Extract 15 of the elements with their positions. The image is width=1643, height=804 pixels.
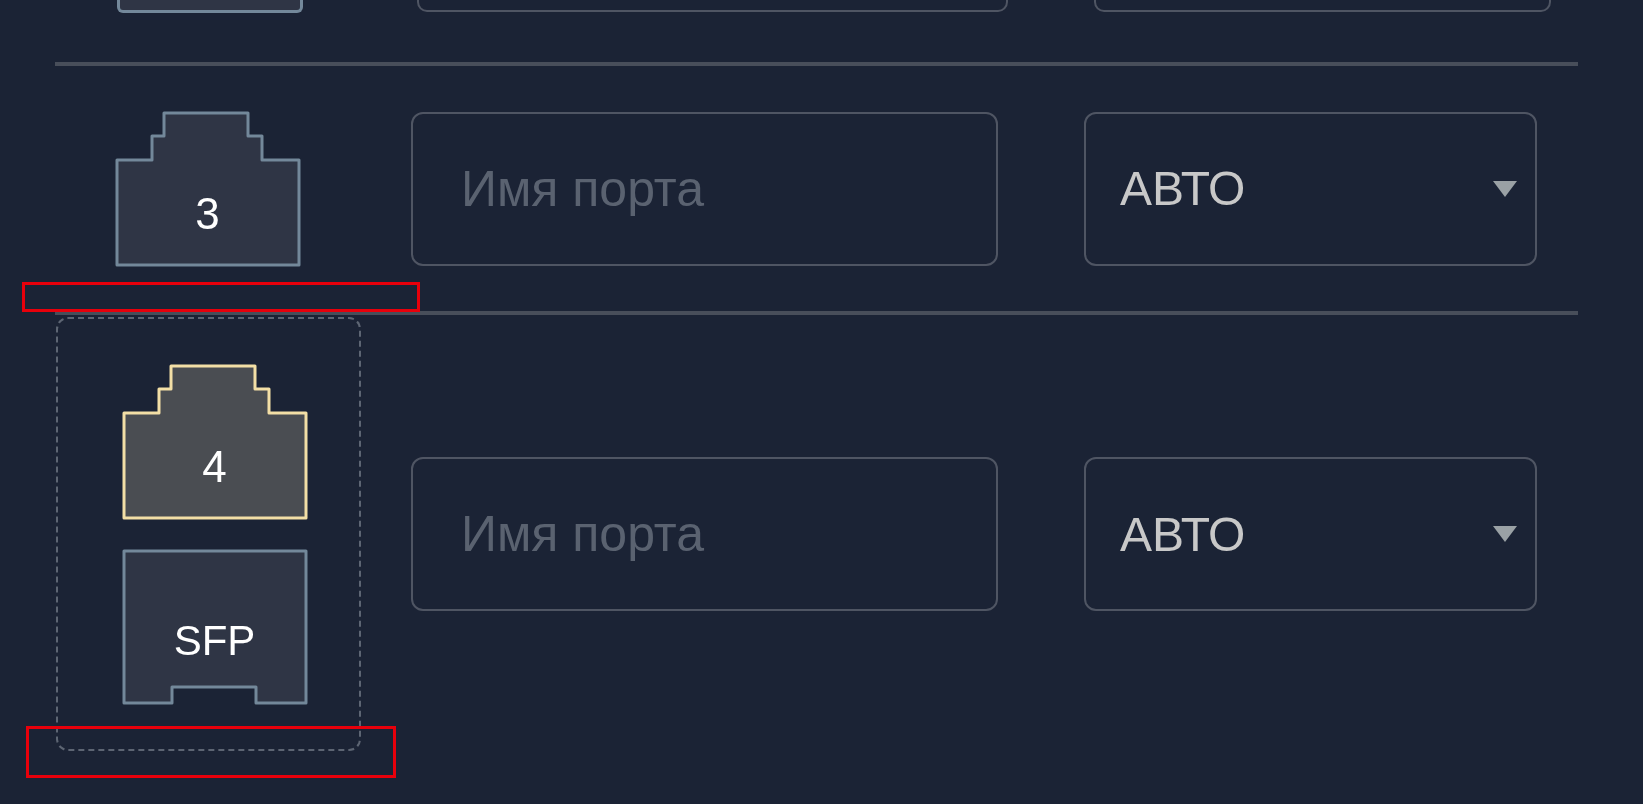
port-number: SFP — [172, 616, 257, 665]
port-number: 4 — [201, 441, 228, 492]
caret-icon — [1493, 526, 1517, 542]
speed-dropdown[interactable]: АВТО — [1084, 457, 1537, 611]
port-name-field[interactable]: Имя порта — [411, 457, 998, 611]
port-label[interactable]: 3 — [114, 110, 301, 267]
speed-dropdown[interactable]: АВТО — [1084, 111, 1537, 266]
port-icon — [117, 0, 303, 13]
port-number: 3 — [194, 188, 221, 239]
caret-icon — [1493, 180, 1517, 197]
port-label[interactable]: 4 — [121, 363, 308, 520]
port-label[interactable]: SFP — [121, 548, 308, 705]
input-field[interactable] — [417, 0, 1008, 12]
speed-dropdown[interactable] — [1094, 0, 1551, 12]
port-name-field[interactable]: Имя порта — [411, 111, 998, 266]
